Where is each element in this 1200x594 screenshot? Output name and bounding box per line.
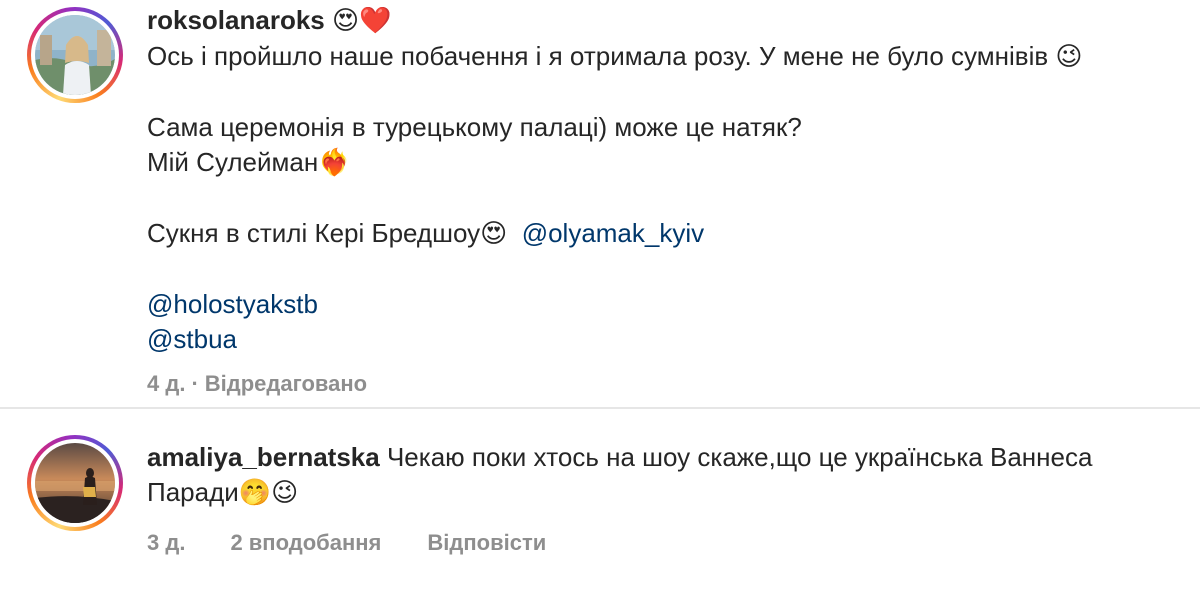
- comment-1-meta: 4 д. · Відредаговано: [147, 371, 1187, 397]
- comment-text: Сукня в стилі Кері Бредшоу: [147, 218, 481, 248]
- timestamp[interactable]: 3 д.: [147, 530, 185, 556]
- comment-text: Мій Сулейман: [147, 147, 319, 177]
- edited-label: Відредаговано: [204, 371, 368, 396]
- heart-eyes-heart-emoji: 😍❤️: [331, 6, 392, 36]
- mention-link[interactable]: @olyamak_kyiv: [522, 218, 704, 248]
- comment-2-line-2: Паради🤭😉: [147, 475, 1187, 511]
- heart-on-fire-emoji: ❤️‍🔥: [318, 148, 351, 178]
- comment-1-line-2: Ось і пройшло наше побачення і я отримал…: [147, 39, 1187, 75]
- comment-text: Чекаю поки хтось на шоу скаже,що це укра…: [386, 442, 1093, 472]
- comment-1-line-6: Сукня в стилі Кері Бредшоу😍 @olyamak_kyi…: [147, 216, 1187, 252]
- reply-button[interactable]: Відповісти: [427, 530, 546, 556]
- avatar-ring[interactable]: [27, 7, 123, 103]
- comment-1-line-3: Сама церемонія в турецькому палаці) може…: [147, 112, 802, 142]
- comment-1-line-9: @stbua: [147, 322, 1187, 357]
- comment-1-line-1: roksolanaroks 😍❤️: [147, 3, 1187, 39]
- avatar[interactable]: [35, 15, 115, 95]
- comment-text: Паради: [147, 477, 239, 507]
- timestamp[interactable]: 4 д.: [147, 371, 185, 397]
- comment-1-line-8: @holostyakstb: [147, 287, 1187, 322]
- comment-2-line-1: amaliya_bernatska Чекаю поки хтось на шо…: [147, 440, 1187, 475]
- username[interactable]: amaliya_bernatska: [147, 442, 380, 472]
- comment-1-line-4: Мій Сулейман❤️‍🔥: [147, 145, 1187, 181]
- mention-link[interactable]: @stbua: [147, 324, 237, 354]
- wink-emoji: 😉: [1055, 42, 1083, 72]
- comment-text: Ось і пройшло наше побачення і я отримал…: [147, 41, 1049, 71]
- mention-link[interactable]: @holostyakstb: [147, 289, 318, 319]
- avatar[interactable]: [35, 443, 115, 523]
- heart-eyes-emoji: 😍: [480, 219, 508, 249]
- likes-count[interactable]: 2 вподобання: [230, 530, 381, 556]
- avatar-ring[interactable]: [27, 435, 123, 531]
- divider: [0, 407, 1200, 409]
- meta-separator: ·: [191, 371, 199, 396]
- username[interactable]: roksolanaroks: [147, 5, 325, 35]
- face-with-hand-wink-emoji: 🤭😉: [238, 478, 299, 508]
- comment-2-meta: 3 д. 2 вподобання Відповісти: [147, 530, 1187, 556]
